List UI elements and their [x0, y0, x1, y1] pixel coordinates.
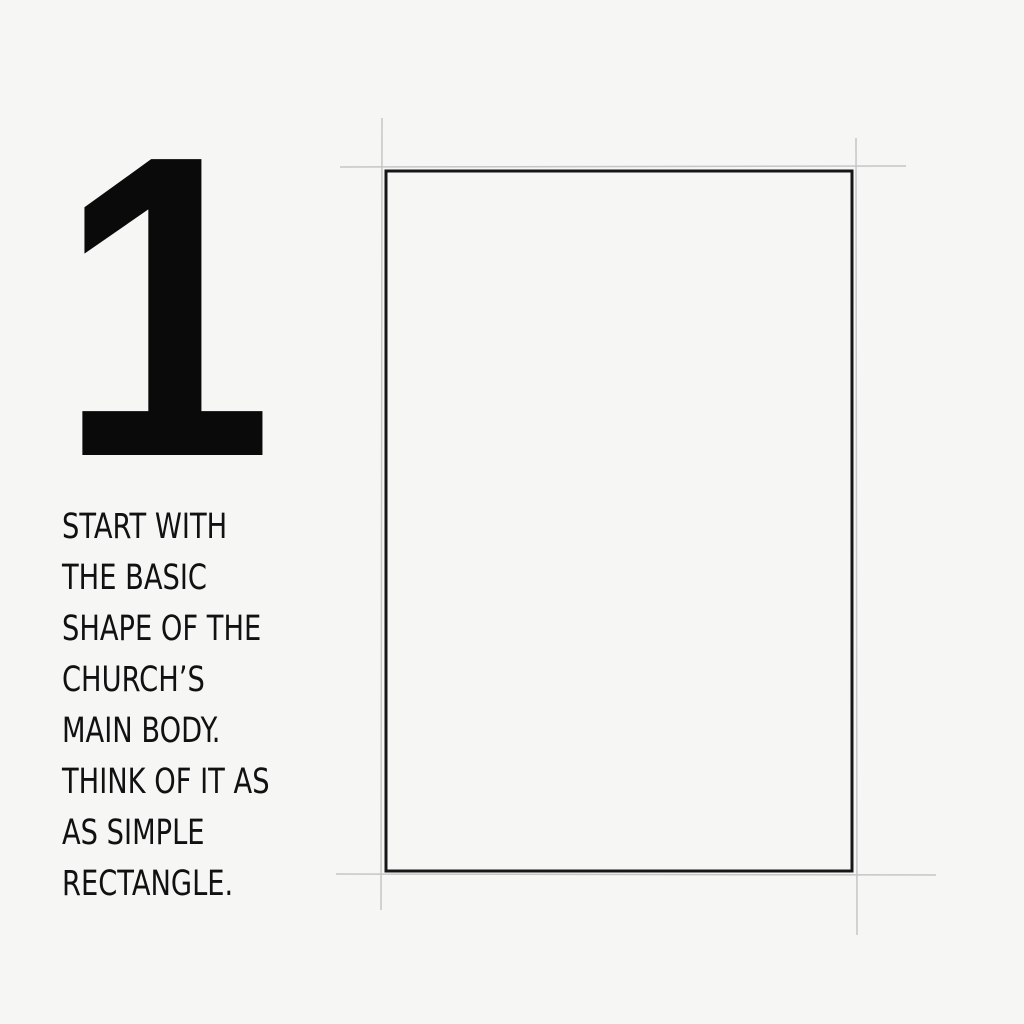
construction-guides [335, 117, 937, 936]
guide-line-left [380, 117, 383, 911]
rectangle-sketch [335, 117, 937, 936]
guide-line-top [339, 165, 907, 168]
tutorial-page: 1 START WITH THE BASIC SHAPE OF THE CHUR… [0, 0, 1024, 1024]
guide-line-bottom [335, 873, 937, 876]
church-body-rectangle [384, 169, 854, 873]
guide-line-right [855, 137, 858, 936]
